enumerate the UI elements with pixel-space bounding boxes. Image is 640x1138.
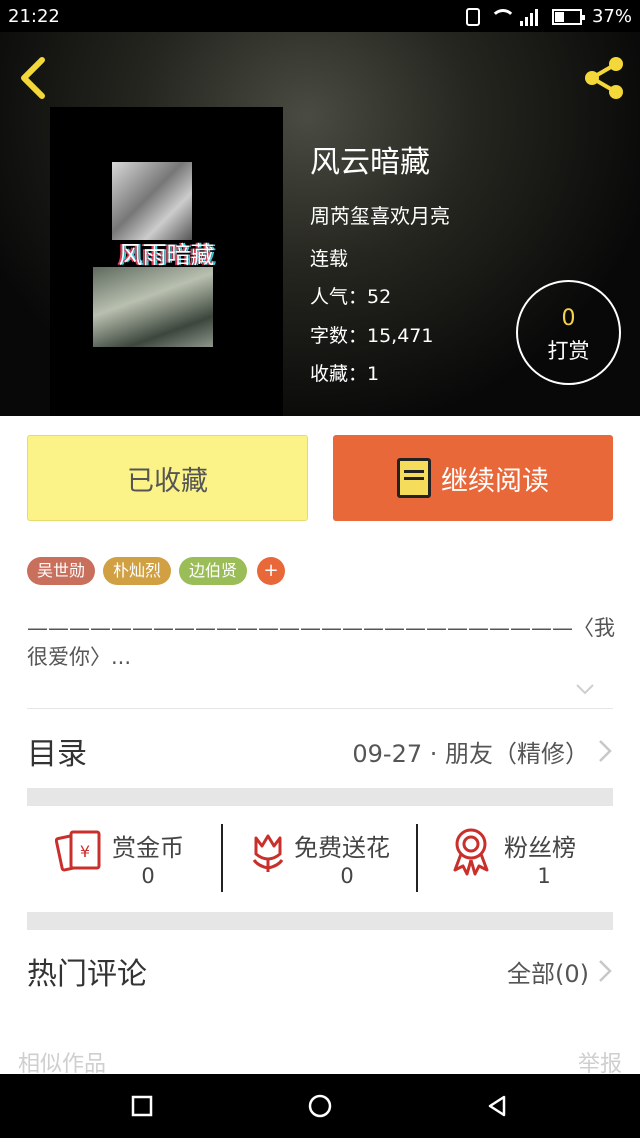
book-popularity: 人气：52 — [310, 286, 392, 308]
back-button[interactable] — [14, 54, 54, 102]
book-icon — [397, 458, 431, 498]
chevron-right-icon — [597, 958, 613, 984]
toc-title: 目录 — [27, 737, 87, 772]
status-bar: 21:22 37% — [0, 0, 640, 32]
tag-item[interactable]: 朴灿烈 — [103, 557, 172, 585]
reward-button[interactable]: 0 打赏 — [516, 280, 621, 385]
table-of-contents-row[interactable]: 目录 09-27 · 朋友（精修） — [27, 716, 613, 786]
share-icon — [585, 57, 623, 99]
medal-icon — [451, 824, 503, 876]
signal-icon — [519, 8, 542, 26]
all-comments-label: 全部(0) — [507, 959, 589, 988]
system-navigation-bar — [0, 1074, 640, 1138]
book-word-count: 字数：15,471 — [310, 325, 434, 347]
divider — [27, 708, 613, 709]
svg-text:¥: ¥ — [80, 842, 90, 861]
toc-latest-chapter: 09-27 · 朋友（精修） — [352, 734, 613, 769]
book-title: 风云暗藏 — [310, 145, 430, 180]
book-status: 连载 — [310, 248, 349, 270]
reward-label: 打赏 — [547, 339, 590, 363]
reward-coins-stat[interactable]: ¥ 赏金币 0 — [54, 806, 225, 912]
continue-reading-button[interactable]: 继续阅读 — [333, 435, 613, 521]
circle-icon — [308, 1094, 332, 1118]
reward-coins-value: 0 — [141, 864, 155, 888]
book-header: 风雨暗藏 风云暗藏 周芮玺喜欢月亮 连载 人气：52 字数：15,471 收藏：… — [0, 32, 640, 417]
cover-title: 风雨暗藏 — [118, 241, 215, 269]
flower-icon — [242, 824, 294, 876]
section-separator — [27, 788, 613, 806]
add-tag-button[interactable]: + — [257, 557, 286, 585]
send-flower-stat[interactable]: 免费送花 0 — [242, 806, 422, 912]
hot-comments-title: 热门评论 — [27, 957, 147, 992]
triangle-back-icon — [488, 1095, 506, 1117]
stats-row: ¥ 赏金币 0 免费送花 0 粉丝榜 1 — [27, 806, 613, 912]
back-nav-button[interactable] — [485, 1094, 509, 1118]
send-flower-value: 0 — [340, 864, 354, 888]
battery-percent: 37% — [591, 6, 632, 27]
latest-chapter-label: 09-27 · 朋友（精修） — [352, 739, 589, 768]
divider — [221, 824, 223, 892]
share-button[interactable] — [580, 54, 628, 102]
red-envelope-coin-icon: ¥ — [54, 824, 107, 876]
tag-item[interactable]: 吴世勋 — [27, 557, 96, 585]
book-description[interactable]: ——————————————————————————〈我很爱你〉... — [27, 614, 617, 672]
chevron-right-icon — [597, 738, 613, 764]
recent-apps-button[interactable] — [130, 1094, 154, 1118]
status-time: 21:22 — [8, 6, 60, 27]
section-separator — [27, 912, 613, 930]
send-flower-label: 免费送花 — [294, 834, 390, 862]
fan-ranking-stat[interactable]: 粉丝榜 1 — [451, 806, 611, 912]
fan-ranking-value: 1 — [537, 864, 551, 888]
wifi-icon — [489, 8, 516, 25]
home-button[interactable] — [308, 1094, 332, 1118]
battery-icon — [551, 8, 585, 25]
chevron-down-icon — [576, 684, 594, 695]
square-icon — [131, 1095, 153, 1117]
tag-list: 吴世勋 朴灿烈 边伯贤 + — [27, 557, 286, 585]
fan-ranking-label: 粉丝榜 — [504, 834, 576, 862]
tag-item[interactable]: 边伯贤 — [179, 557, 248, 585]
content-panel: 已收藏 继续阅读 吴世勋 朴灿烈 边伯贤 + —————————————————… — [0, 416, 640, 1077]
book-author[interactable]: 周芮玺喜欢月亮 — [310, 200, 450, 229]
reward-coins-label: 赏金币 — [112, 834, 184, 862]
cover-photo-bottom — [93, 267, 213, 347]
chevron-left-icon — [21, 57, 45, 99]
book-cover: 风雨暗藏 — [50, 107, 283, 417]
hot-comments-row[interactable]: 热门评论 全部(0) — [27, 941, 613, 1001]
reward-count: 0 — [561, 306, 576, 331]
favorite-button-label: 已收藏 — [127, 465, 208, 497]
book-favorites: 收藏：1 — [310, 363, 380, 385]
favorite-button[interactable]: 已收藏 — [27, 435, 308, 521]
expand-description-button[interactable] — [574, 678, 596, 700]
cover-photo-top — [112, 162, 192, 240]
continue-reading-label: 继续阅读 — [441, 465, 549, 497]
divider — [416, 824, 418, 892]
vibrate-icon — [465, 7, 480, 26]
all-comments-link[interactable]: 全部(0) — [507, 954, 613, 989]
